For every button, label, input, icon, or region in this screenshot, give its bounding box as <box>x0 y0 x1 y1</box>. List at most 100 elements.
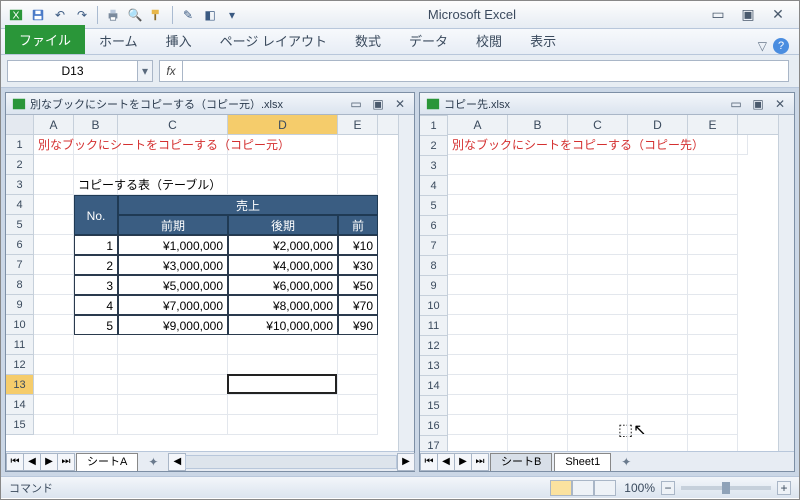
cell[interactable]: ¥1,000,000 <box>118 235 228 255</box>
row-header-12[interactable]: 12 <box>420 336 447 356</box>
cell[interactable]: ¥3,000,000 <box>118 255 228 275</box>
col-header-B[interactable]: B <box>74 115 118 134</box>
row-header-16[interactable]: 16 <box>420 416 447 436</box>
hscroll-left[interactable]: ◀ <box>168 453 186 471</box>
col-header-D[interactable]: D <box>628 115 688 134</box>
tab-nav-last[interactable]: ⏭ <box>57 453 75 471</box>
hscroll-right[interactable]: ▶ <box>397 453 415 471</box>
cell[interactable]: 後期 <box>228 215 338 235</box>
cell[interactable]: 1 <box>74 235 118 255</box>
row-header-1[interactable]: 1 <box>6 135 33 155</box>
tab-nav-prev-r[interactable]: ◀ <box>437 453 455 471</box>
grid-body-r[interactable]: ⬚↖ 別なブックにシートをコピーする（コピー先） <box>448 135 778 451</box>
more-icon[interactable]: ▾ <box>223 6 241 24</box>
tab-nav-next[interactable]: ▶ <box>40 453 58 471</box>
doc-close-icon[interactable]: ✕ <box>392 97 408 111</box>
row-header-13[interactable]: 13 <box>420 356 447 376</box>
name-box-dropdown[interactable]: ▾ <box>137 60 153 82</box>
row-header-13[interactable]: 13 <box>6 375 33 395</box>
cell[interactable]: ¥2,000,000 <box>228 235 338 255</box>
cell[interactable]: 前 <box>338 215 378 235</box>
row-header-8[interactable]: 8 <box>6 275 33 295</box>
maximize-icon[interactable]: ▣ <box>737 6 759 24</box>
help-icon[interactable]: ? <box>773 38 789 54</box>
zoom-out-button[interactable]: − <box>661 481 675 495</box>
cell[interactable]: 4 <box>74 295 118 315</box>
doc-close-icon[interactable]: ✕ <box>772 97 788 111</box>
row-header-1[interactable]: 1 <box>420 116 447 136</box>
col-header-C[interactable]: C <box>118 115 228 134</box>
tab-file[interactable]: ファイル <box>5 25 85 54</box>
tab-nav-next-r[interactable]: ▶ <box>454 453 472 471</box>
col-header-C[interactable]: C <box>568 115 628 134</box>
row-header-6[interactable]: 6 <box>6 235 33 255</box>
cell[interactable]: ¥9,000,000 <box>118 315 228 335</box>
grid-body[interactable]: 別なブックにシートをコピーする（コピー元）コピーする表（テーブル）No.売上前期… <box>34 135 398 451</box>
name-box[interactable] <box>7 60 137 82</box>
row-header-10[interactable]: 10 <box>6 315 33 335</box>
formula-input[interactable] <box>183 60 789 82</box>
tab-view[interactable]: 表示 <box>516 27 570 54</box>
cell[interactable]: ¥7,000,000 <box>118 295 228 315</box>
cell[interactable]: コピーする表（テーブル） <box>74 175 338 195</box>
cell[interactable]: 3 <box>74 275 118 295</box>
row-header-14[interactable]: 14 <box>420 376 447 396</box>
cell[interactable]: No. <box>74 195 118 235</box>
row-header-10[interactable]: 10 <box>420 296 447 316</box>
col-header-E[interactable]: E <box>338 115 378 134</box>
cell[interactable]: 別なブックにシートをコピーする（コピー元） <box>34 135 378 155</box>
tab-layout[interactable]: ページ レイアウト <box>206 27 341 54</box>
col-header-A[interactable]: A <box>448 115 508 134</box>
row-header-14[interactable]: 14 <box>6 395 33 415</box>
eraser-icon[interactable]: ◧ <box>201 6 219 24</box>
save-icon[interactable] <box>29 6 47 24</box>
row-header-5[interactable]: 5 <box>6 215 33 235</box>
doc-maximize-icon[interactable]: ▣ <box>370 97 386 111</box>
tab-nav-first[interactable]: ⏮ <box>6 453 24 471</box>
tab-formula[interactable]: 数式 <box>341 27 395 54</box>
row-header-7[interactable]: 7 <box>6 255 33 275</box>
cell[interactable]: ¥90 <box>338 315 378 335</box>
tab-data[interactable]: データ <box>395 27 462 54</box>
tab-home[interactable]: ホーム <box>85 27 152 54</box>
undo-icon[interactable]: ↶ <box>51 6 69 24</box>
sheet-tab-a[interactable]: シートA <box>76 453 138 471</box>
view-layout-icon[interactable] <box>572 480 594 496</box>
cell[interactable]: ¥4,000,000 <box>228 255 338 275</box>
name-box-input[interactable] <box>8 64 137 78</box>
cell[interactable]: ¥70 <box>338 295 378 315</box>
vertical-scrollbar[interactable] <box>398 115 414 451</box>
row-header-3[interactable]: 3 <box>420 156 447 176</box>
fx-button[interactable]: fx <box>159 60 183 82</box>
cell[interactable]: 前期 <box>118 215 228 235</box>
cell[interactable]: ¥30 <box>338 255 378 275</box>
view-pagebreak-icon[interactable] <box>594 480 616 496</box>
tab-nav-last-r[interactable]: ⏭ <box>471 453 489 471</box>
cell[interactable]: 2 <box>74 255 118 275</box>
vertical-scrollbar-r[interactable] <box>778 115 794 451</box>
row-header-17[interactable]: 17 <box>420 436 447 451</box>
cell[interactable]: ¥5,000,000 <box>118 275 228 295</box>
row-header-8[interactable]: 8 <box>420 256 447 276</box>
preview-icon[interactable]: 🔍 <box>126 6 144 24</box>
row-header-7[interactable]: 7 <box>420 236 447 256</box>
row-header-2[interactable]: 2 <box>420 136 447 156</box>
doc-minimize-icon[interactable]: ▭ <box>728 97 744 111</box>
close-icon[interactable]: ✕ <box>767 6 789 24</box>
col-header-B[interactable]: B <box>508 115 568 134</box>
col-header-E[interactable]: E <box>688 115 738 134</box>
zoom-slider[interactable] <box>681 486 771 490</box>
tab-insert[interactable]: 挿入 <box>152 27 206 54</box>
doc-maximize-icon[interactable]: ▣ <box>750 97 766 111</box>
cell[interactable]: 別なブックにシートをコピーする（コピー先） <box>448 135 748 155</box>
row-header-12[interactable]: 12 <box>6 355 33 375</box>
select-all-corner[interactable] <box>6 115 34 135</box>
col-header-D[interactable]: D <box>228 115 338 134</box>
new-sheet-icon-r[interactable]: ✦ <box>615 454 637 470</box>
print-icon[interactable] <box>104 6 122 24</box>
view-normal-icon[interactable] <box>550 480 572 496</box>
sheet-tab-b[interactable]: シートB <box>490 453 552 471</box>
row-header-9[interactable]: 9 <box>420 276 447 296</box>
row-header-2[interactable]: 2 <box>6 155 33 175</box>
row-header-15[interactable]: 15 <box>6 415 33 435</box>
